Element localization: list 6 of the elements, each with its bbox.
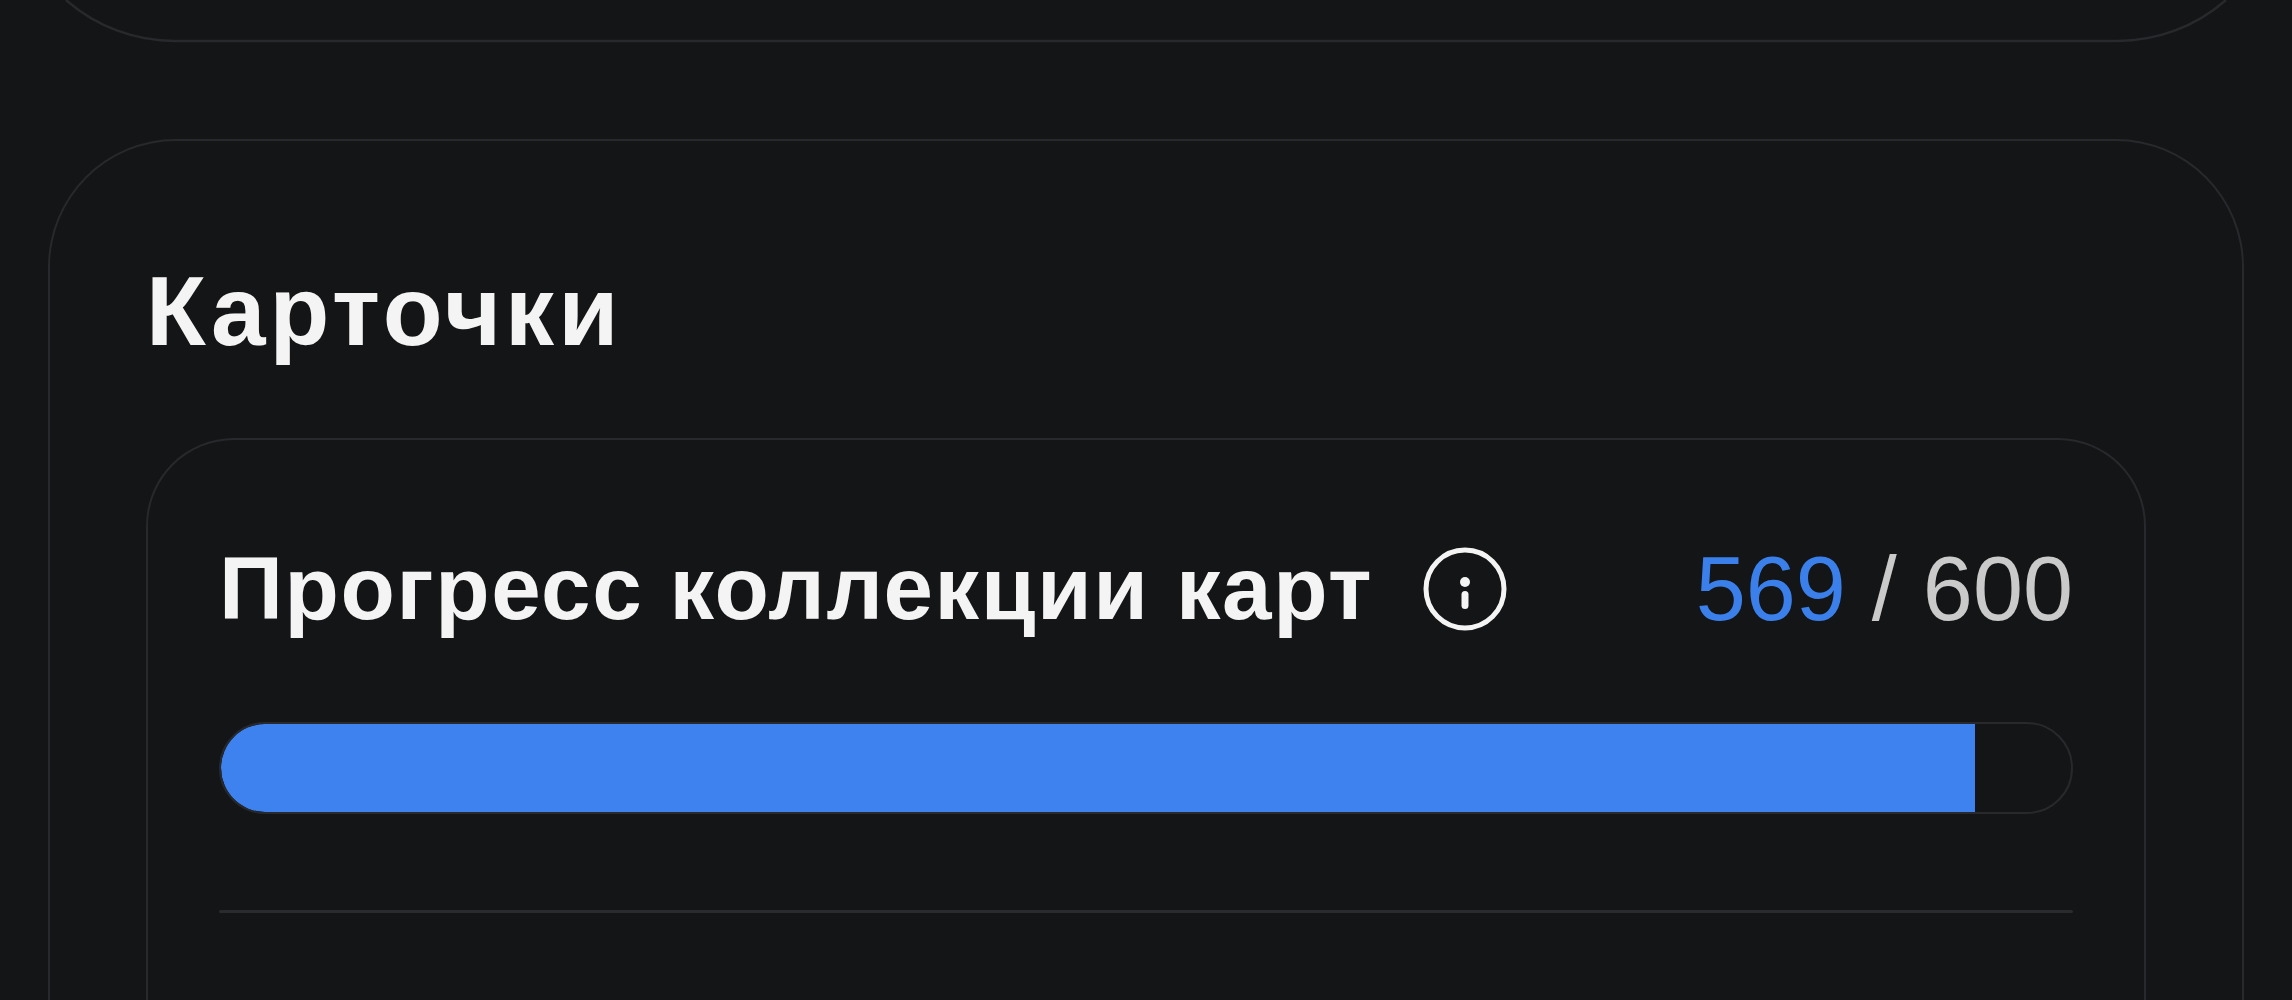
progress-title: Прогресс коллекции карт xyxy=(219,537,1374,641)
section-title: Карточки xyxy=(146,255,623,368)
info-icon[interactable] xyxy=(1423,546,1508,631)
collected-count: 569 xyxy=(1695,537,1846,641)
count-separator: / xyxy=(1871,537,1897,641)
total-count: 600 xyxy=(1922,537,2073,641)
